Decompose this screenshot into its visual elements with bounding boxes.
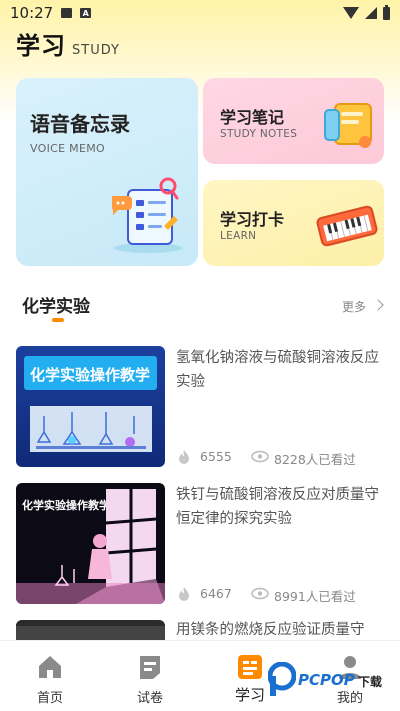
thumbnail-banner-text: 化学实验操作教学 xyxy=(30,366,150,384)
paper-icon xyxy=(140,656,160,679)
status-bar: 10:27 A xyxy=(0,0,400,26)
study-notes-subtitle: STUDY NOTES xyxy=(220,128,298,140)
status-time: 10:27 xyxy=(10,4,54,22)
list-item[interactable]: 化学实验操作教学 氢氧化钠溶液与硫酸铜溶液反应实验 6555 8228人已看过 xyxy=(16,346,384,468)
view-count: 8991人已看过 xyxy=(274,589,356,604)
like-count: 6467 xyxy=(200,586,232,601)
view-count: 8228人已看过 xyxy=(274,452,356,467)
item-stats: 6467 8991人已看过 xyxy=(176,585,384,604)
section-indicator xyxy=(52,318,64,322)
battery-icon xyxy=(383,4,390,20)
thumbnail-banner-text: 化学实验操作教学 xyxy=(22,498,110,512)
watermark: PCPOP 下载 xyxy=(268,660,396,700)
nav-papers[interactable]: 试卷 xyxy=(115,647,185,707)
notebook-illustration-icon xyxy=(324,103,372,148)
watermark-text: PCPOP xyxy=(298,671,355,689)
watermark-suffix: 下载 xyxy=(358,675,383,689)
voice-memo-title: 语音备忘录 xyxy=(30,112,130,136)
page-title: 学习 xyxy=(16,32,66,60)
item-title[interactable]: 铁钉与硫酸铜溶液反应对质量守恒定律的探究实验 xyxy=(176,483,384,531)
home-icon xyxy=(39,656,61,678)
item-stats: 6555 8228人已看过 xyxy=(176,448,384,467)
like-count: 6555 xyxy=(200,449,232,464)
nav-home-label: 首页 xyxy=(36,691,63,706)
list-item[interactable]: 化学实验操作教学 铁钉与硫酸铜溶液反应对质量守恒定律的探究实验 6467 899… xyxy=(16,483,384,605)
voice-memo-card[interactable]: 语音备忘录 VOICE MEMO xyxy=(16,78,198,266)
page-header: 学习 STUDY xyxy=(16,26,120,61)
section-title: 化学实验 xyxy=(22,297,90,317)
study-notes-card[interactable]: 学习笔记 STUDY NOTES xyxy=(203,78,384,164)
voice-memo-illustration-icon xyxy=(111,177,182,253)
section-header: 化学实验 更多 xyxy=(20,290,384,322)
wifi-icon xyxy=(343,7,359,19)
eye-icon xyxy=(251,450,269,463)
learn-subtitle: LEARN xyxy=(220,230,257,242)
item-title[interactable]: 氢氧化钠溶液与硫酸铜溶液反应实验 xyxy=(176,346,384,394)
video-thumbnail[interactable]: 化学实验操作教学 xyxy=(16,346,165,467)
image-notification-icon xyxy=(61,8,73,18)
fire-icon xyxy=(179,450,189,464)
app-notification-icon: A xyxy=(80,8,92,18)
learn-card[interactable]: 学习打卡 LEARN xyxy=(203,180,384,266)
video-thumbnail[interactable]: 化学实验操作教学 xyxy=(16,483,165,604)
voice-memo-subtitle: VOICE MEMO xyxy=(30,142,105,155)
chevron-right-icon[interactable] xyxy=(372,299,384,311)
study-icon xyxy=(238,655,262,679)
list-item[interactable]: 用镁条的燃烧反应验证质量守 xyxy=(16,620,384,640)
item-title[interactable]: 用镁条的燃烧反应验证质量守 xyxy=(176,620,384,640)
more-link[interactable]: 更多 xyxy=(342,298,366,315)
page-subtitle: STUDY xyxy=(72,43,120,58)
fire-icon xyxy=(179,587,189,601)
signal-icon xyxy=(365,7,377,19)
nav-papers-label: 试卷 xyxy=(136,691,163,706)
video-thumbnail[interactable] xyxy=(16,620,165,640)
nav-home[interactable]: 首页 xyxy=(15,647,85,707)
learn-title: 学习打卡 xyxy=(220,210,285,229)
eye-icon xyxy=(251,587,269,600)
piano-illustration-icon xyxy=(316,205,378,247)
pcpop-logo-icon xyxy=(268,662,296,696)
study-notes-title: 学习笔记 xyxy=(220,108,285,127)
